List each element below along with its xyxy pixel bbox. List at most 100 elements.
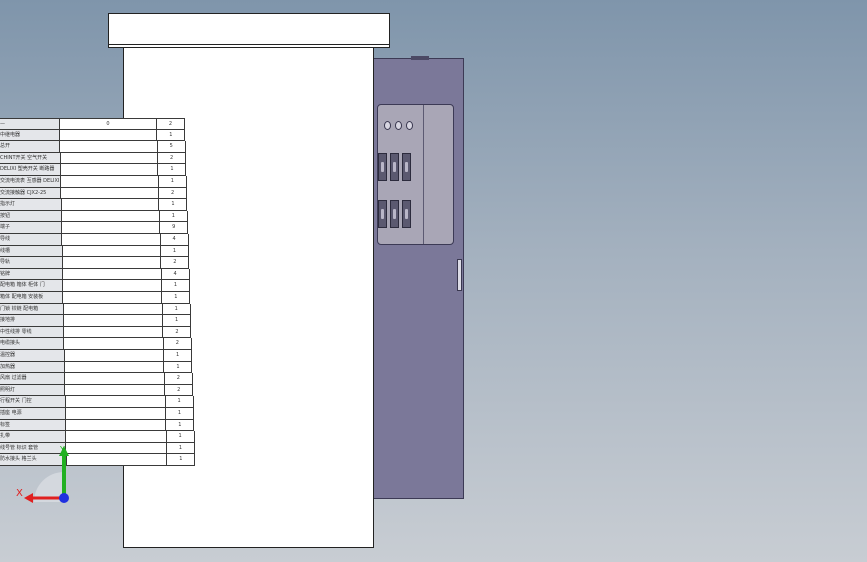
- bom-cell-spec: [61, 210, 160, 223]
- bom-cell-spec: [64, 361, 165, 374]
- bom-cell-spec: [64, 338, 164, 350]
- bom-cell-qty: 2: [163, 338, 192, 350]
- bom-cell-spec: [63, 315, 164, 327]
- bom-cell-qty: 2: [164, 373, 193, 385]
- bom-cell-spec: [60, 152, 159, 165]
- bom-cell-spec: [62, 222, 161, 234]
- bom-cell-qty: 1: [159, 199, 188, 211]
- bom-cell-name: 接地排: [0, 315, 64, 327]
- axis-x-arrow-icon: [24, 493, 33, 503]
- bom-cell-qty: 2: [161, 257, 190, 269]
- bom-cell-name: 交流接触器 CJX2-25: [0, 187, 62, 200]
- bom-cell-name: 导轨: [0, 257, 63, 269]
- breaker: [402, 200, 411, 228]
- bom-cell-name: 箱体 配电箱 安装板: [0, 292, 64, 304]
- orientation-triad: X Y: [16, 445, 69, 503]
- bom-cell-name: 风扇 过滤器: [0, 373, 66, 385]
- bom-cell-spec: [63, 303, 163, 316]
- bom-cell-name: 行程开关 门控: [0, 396, 66, 408]
- bom-cell-name: 电缆接头: [0, 338, 65, 350]
- bom-cell-name: 总开: [0, 141, 61, 153]
- bom-cell-spec: [61, 199, 160, 211]
- bom-cell-spec: [62, 245, 161, 258]
- sheet-title-block: [108, 13, 390, 48]
- cabinet-window: [377, 104, 454, 245]
- bom-cell-qty: 2: [158, 152, 187, 165]
- bom-cell-name: 铭牌: [0, 268, 63, 281]
- axis-y-label: Y: [59, 445, 65, 454]
- bom-cell-spec: [65, 408, 166, 420]
- bom-cell-name: 端子: [0, 222, 63, 234]
- bom-cell-name: 交流电流表 互感器 DELIXI: [0, 176, 62, 188]
- bom-cell-name: 配电箱 箱体 柜体 门: [0, 280, 64, 292]
- bom-cell-spec: [65, 373, 165, 385]
- bom-cell-qty: 1: [158, 176, 187, 188]
- bom-cell-qty: 1: [158, 164, 187, 176]
- bom-cell-name: 中性线排 零线: [0, 326, 65, 339]
- bom-cell-name: CHINT开关 空气开关: [0, 152, 61, 165]
- bom-cell-spec: [61, 187, 160, 200]
- bom-cell-name: 门锁 铰链 配电箱: [0, 303, 64, 316]
- bom-cell-qty: 1: [165, 408, 194, 420]
- title-block-line: [109, 44, 389, 45]
- bom-cell-spec: [65, 384, 166, 397]
- window-divider: [423, 105, 424, 244]
- bom-cell-name: 按钮: [0, 210, 62, 223]
- bom-cell-qty: 9: [160, 222, 189, 234]
- bom-cell-spec: [60, 141, 158, 153]
- bom-cell-spec: [63, 292, 163, 304]
- bom-cell-spec: [63, 268, 162, 281]
- bom-cell-qty: 4: [161, 268, 190, 281]
- bom-cell-qty: 2: [165, 384, 194, 397]
- bom-cell-name: 温控器: [0, 350, 65, 362]
- breaker: [390, 153, 399, 181]
- breaker: [390, 200, 399, 228]
- bom-cell-name: 照明灯: [0, 384, 66, 397]
- axis-x-label: X: [16, 488, 23, 499]
- breaker: [402, 153, 411, 181]
- bom-cell-qty: 1: [157, 129, 186, 142]
- bom-cell-name: 导线: [0, 234, 63, 246]
- bom-header-qty: 2: [157, 118, 185, 130]
- bom-cell-spec: [65, 396, 166, 408]
- bom-cell-qty: 2: [163, 326, 192, 339]
- bom-cell-name: 中继电器: [0, 129, 61, 142]
- bom-cell-name: DELIXI 塑壳开关 断路器: [0, 164, 61, 176]
- bom-cell-spec: [62, 257, 162, 269]
- indicator-knob: [395, 121, 402, 130]
- electrical-cabinet[interactable]: [370, 56, 464, 499]
- bom-cell-spec: [63, 280, 162, 292]
- indicator-knob: [384, 121, 391, 130]
- door-handle[interactable]: [457, 259, 462, 291]
- bom-cell-qty: 2: [159, 187, 188, 200]
- breaker: [378, 200, 387, 228]
- bom-cell-spec: [60, 164, 159, 176]
- bom-cell-spec: [64, 350, 165, 362]
- bom-cell-qty: 1: [167, 454, 196, 466]
- bom-cell-spec: [62, 234, 161, 246]
- bom-cell-qty: 1: [159, 210, 188, 223]
- bom-cell-qty: 1: [164, 350, 193, 362]
- bom-cell-qty: 5: [157, 141, 186, 153]
- bom-cell-qty: 1: [162, 303, 191, 316]
- bom-cell-qty: 1: [166, 442, 195, 455]
- cabinet-top-hinge: [411, 56, 429, 60]
- bom-cell-qty: 4: [160, 234, 189, 246]
- bom-header-spec: 0: [60, 118, 157, 130]
- model-viewport[interactable]: —0 2 中继电器 1 总开 5 CHINT开关 空气开关 2 DELIXI 塑壳开关 断路器 1…: [0, 0, 867, 562]
- bom-cell-spec: [60, 129, 158, 142]
- bom-table[interactable]: —0 2 中继电器 1 总开 5 CHINT开关 空气开关 2 DELIXI 塑壳开关 断路器 1…: [0, 118, 200, 466]
- bom-cell-name: 加热器: [0, 361, 65, 374]
- bom-cell-name: 标签: [0, 419, 66, 432]
- bom-cell-qty: 1: [161, 280, 190, 292]
- bom-cell-name: 指示灯: [0, 199, 62, 211]
- bom-cell-qty: 1: [165, 396, 194, 408]
- bom-cell-qty: 1: [162, 292, 191, 304]
- bom-header-name: —: [0, 118, 60, 130]
- axis-z-icon: [59, 493, 69, 503]
- bom-cell-qty: 1: [164, 361, 193, 374]
- bom-cell-name: 插座 电源: [0, 408, 66, 420]
- breaker: [378, 153, 387, 181]
- bom-cell-qty: 1: [166, 419, 195, 432]
- bom-cell-qty: 1: [160, 245, 189, 258]
